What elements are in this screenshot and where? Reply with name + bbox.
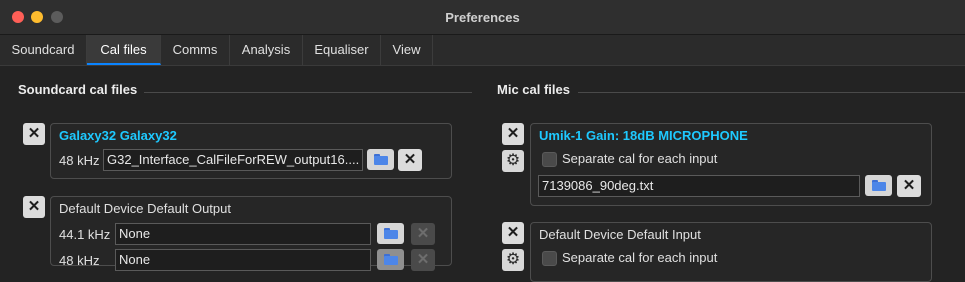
tab-soundcard[interactable]: Soundcard (0, 35, 87, 65)
close-icon: ✕ (506, 224, 520, 241)
tab-view[interactable]: View (381, 35, 433, 65)
soundcard-entry-galaxy32: Galaxy32 Galaxy32 48 kHz G32_Interface_C… (50, 123, 452, 179)
clear-cal-file-button[interactable]: ✕ (411, 223, 435, 245)
browse-button[interactable] (367, 149, 394, 170)
cal-file-field[interactable]: None (115, 249, 371, 271)
clear-cal-file-button[interactable]: ✕ (411, 249, 435, 271)
remove-mic-entry-button[interactable]: ✕ (502, 123, 524, 145)
section-divider (578, 92, 965, 93)
close-icon: ✕ (416, 225, 430, 242)
separate-cal-checkbox[interactable] (542, 152, 557, 167)
separate-cal-label: Separate cal for each input (562, 151, 718, 166)
mic-cal-files-title: Mic cal files (497, 82, 570, 97)
sample-rate-label: 48 kHz (59, 153, 100, 168)
mic-settings-button[interactable]: ⚙ (502, 249, 524, 271)
gear-icon: ⚙ (505, 152, 521, 169)
mic-entry-default-input: Default Device Default Input Separate ca… (530, 222, 932, 282)
remove-soundcard-entry-button[interactable]: ✕ (23, 196, 45, 218)
close-icon: ✕ (27, 198, 41, 215)
tab-comms[interactable]: Comms (161, 35, 230, 65)
close-icon: ✕ (27, 125, 41, 142)
soundcard-entry-default-output: Default Device Default Output 44.1 kHz N… (50, 196, 452, 271)
cal-file-field[interactable]: G32_Interface_CalFileForREW_output16.... (103, 149, 363, 171)
tab-analysis[interactable]: Analysis (230, 35, 303, 65)
window-title: Preferences (445, 10, 520, 25)
gear-icon: ⚙ (505, 251, 521, 268)
tab-cal-files[interactable]: Cal files (87, 35, 161, 65)
section-divider (144, 92, 472, 93)
separate-cal-label: Separate cal for each input (562, 250, 718, 265)
close-icon: ✕ (902, 177, 916, 194)
device-name: Default Device Default Input (539, 227, 701, 242)
remove-soundcard-entry-button[interactable]: ✕ (23, 123, 45, 145)
close-icon: ✕ (403, 151, 417, 168)
device-name: Galaxy32 Galaxy32 (59, 128, 177, 143)
device-name: Default Device Default Output (59, 201, 231, 216)
cal-file-field[interactable]: None (115, 223, 371, 245)
tab-equaliser[interactable]: Equaliser (303, 35, 381, 65)
cal-file-field[interactable]: 7139086_90deg.txt (538, 175, 860, 197)
clear-cal-file-button[interactable]: ✕ (398, 149, 422, 171)
title-bar: Preferences (0, 0, 965, 35)
mic-entry-umik-1: Umik-1 Gain: 18dB MICROPHONE Separate ca… (530, 123, 932, 206)
clear-cal-file-button[interactable]: ✕ (897, 175, 921, 197)
close-icon: ✕ (416, 251, 430, 268)
browse-button[interactable] (865, 175, 892, 196)
device-name: Umik-1 Gain: 18dB MICROPHONE (539, 128, 748, 143)
remove-mic-entry-button[interactable]: ✕ (502, 222, 524, 244)
soundcard-cal-files-title: Soundcard cal files (18, 82, 138, 97)
browse-button[interactable] (377, 223, 404, 244)
browse-button[interactable] (377, 249, 404, 270)
mic-settings-button[interactable]: ⚙ (502, 150, 524, 172)
tab-bar: Soundcard Cal files Comms Analysis Equal… (0, 35, 965, 66)
close-icon: ✕ (506, 125, 520, 142)
sample-rate-label: 48 kHz (59, 253, 100, 268)
sample-rate-label: 44.1 kHz (59, 227, 111, 242)
